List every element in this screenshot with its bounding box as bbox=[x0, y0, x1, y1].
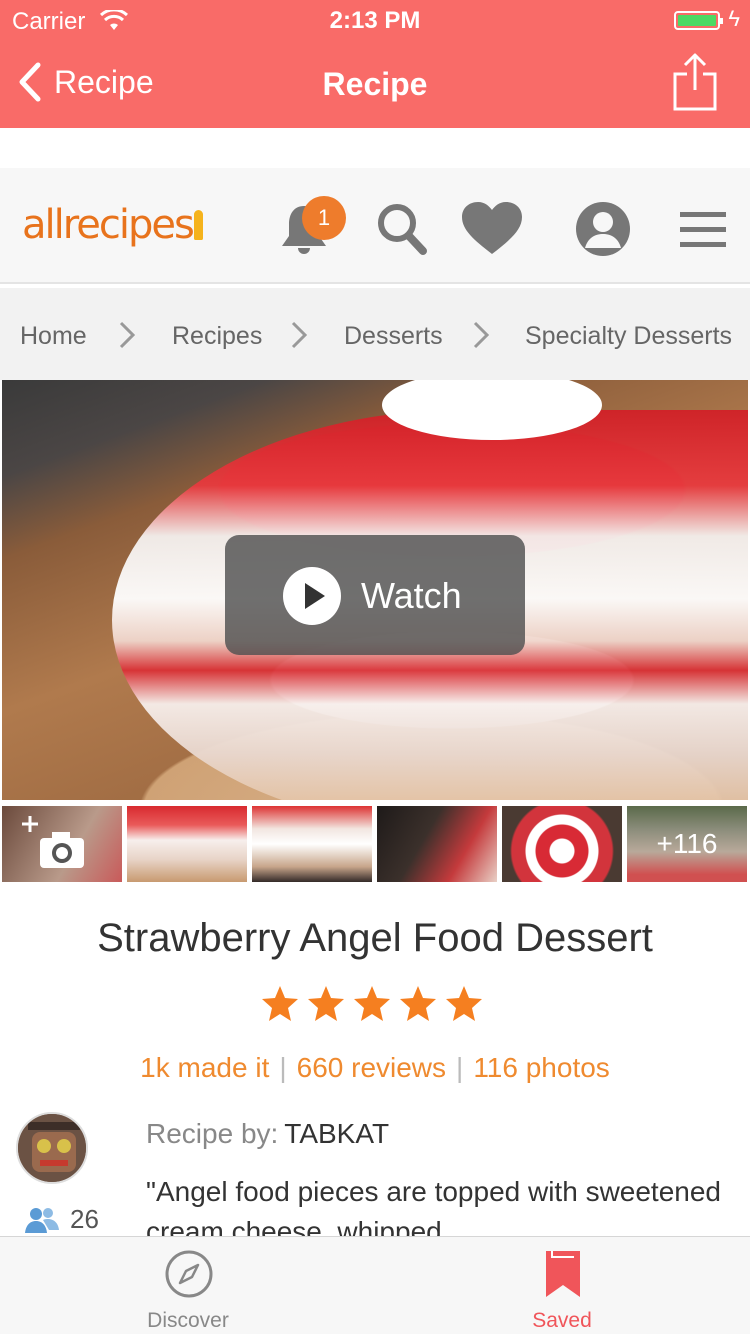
author-avatar[interactable] bbox=[16, 1112, 88, 1184]
chevron-right-icon bbox=[473, 321, 490, 349]
tab-discover-label: Discover bbox=[147, 1309, 229, 1332]
tab-bar: Discover Saved bbox=[0, 1236, 750, 1334]
play-icon bbox=[283, 567, 341, 625]
breadcrumb-recipes[interactable]: Recipes bbox=[172, 322, 262, 351]
share-icon[interactable] bbox=[672, 52, 718, 112]
charging-icon: ϟ bbox=[728, 6, 740, 31]
heart-icon[interactable] bbox=[460, 200, 524, 256]
star-icon bbox=[262, 986, 298, 1021]
add-photo-icon bbox=[22, 816, 84, 868]
breadcrumb-desserts[interactable]: Desserts bbox=[344, 322, 443, 351]
photo-thumbnail[interactable] bbox=[252, 806, 372, 882]
photo-thumbnail[interactable] bbox=[502, 806, 622, 882]
battery-icon bbox=[674, 11, 723, 30]
tab-saved[interactable]: Saved bbox=[462, 1237, 662, 1334]
followers-icon bbox=[25, 1207, 59, 1233]
photos-link[interactable]: 116 photos bbox=[473, 1052, 610, 1083]
nav-title: Recipe bbox=[322, 66, 428, 102]
photo-thumbnail[interactable] bbox=[127, 806, 247, 882]
star-icon bbox=[308, 986, 344, 1021]
chevron-right-icon bbox=[291, 321, 308, 349]
site-header: allrecipes bbox=[0, 168, 750, 284]
author-followers: 26 bbox=[24, 1204, 99, 1235]
photo-strip: +116 bbox=[0, 806, 750, 882]
top-bar: Carrier 2:13 PM ϟ Recipe Recipe bbox=[0, 0, 750, 128]
followers-count: 26 bbox=[70, 1204, 99, 1234]
stats-divider: | bbox=[456, 1052, 464, 1083]
user-icon[interactable] bbox=[574, 200, 632, 258]
photo-thumbnail[interactable] bbox=[377, 806, 497, 882]
more-photos-label: +116 bbox=[656, 828, 718, 859]
add-photo-button[interactable] bbox=[2, 806, 122, 882]
watch-video-button[interactable]: Watch bbox=[225, 535, 525, 655]
recipe-byline: Recipe by: TABKAT bbox=[146, 1118, 389, 1150]
status-bar: Carrier 2:13 PM ϟ bbox=[0, 0, 750, 40]
breadcrumb-home[interactable]: Home bbox=[20, 322, 87, 351]
star-icon bbox=[400, 986, 436, 1021]
menu-icon[interactable] bbox=[680, 210, 726, 250]
star-icon bbox=[446, 986, 482, 1021]
spoon-icon bbox=[193, 210, 203, 240]
recipe-by-label: Recipe by: bbox=[146, 1118, 279, 1149]
search-icon[interactable] bbox=[374, 200, 428, 256]
tab-discover[interactable]: Discover bbox=[88, 1237, 288, 1334]
star-icon bbox=[354, 986, 390, 1021]
reviews-link[interactable]: 660 reviews bbox=[297, 1052, 446, 1083]
watch-label: Watch bbox=[361, 575, 462, 616]
nav-bar: Recipe Recipe bbox=[0, 40, 750, 128]
author-name[interactable]: TABKAT bbox=[284, 1118, 389, 1149]
tab-saved-label: Saved bbox=[532, 1309, 592, 1332]
breadcrumb-specialty-desserts[interactable]: Specialty Desserts bbox=[525, 322, 732, 351]
notification-badge: 1 bbox=[302, 196, 346, 240]
more-photos-button[interactable]: +116 bbox=[627, 806, 747, 882]
recipe-title: Strawberry Angel Food Dessert bbox=[97, 916, 653, 960]
bookmark-icon bbox=[546, 1251, 580, 1297]
compass-icon bbox=[165, 1250, 213, 1298]
logo-text: allrecipes bbox=[22, 202, 195, 248]
made-it-link[interactable]: 1k made it bbox=[140, 1052, 269, 1083]
star-rating bbox=[260, 984, 490, 1028]
stats-divider: | bbox=[279, 1052, 287, 1083]
chevron-right-icon bbox=[119, 321, 136, 349]
recipe-stats: 1k made it | 660 reviews | 116 photos bbox=[0, 1052, 750, 1084]
breadcrumb: Home Recipes Desserts Specialty Desserts bbox=[0, 288, 750, 380]
recipe-description: "Angel food pieces are topped with sweet… bbox=[146, 1176, 721, 1236]
status-time: 2:13 PM bbox=[329, 7, 421, 34]
allrecipes-logo[interactable]: allrecipes bbox=[22, 202, 203, 248]
